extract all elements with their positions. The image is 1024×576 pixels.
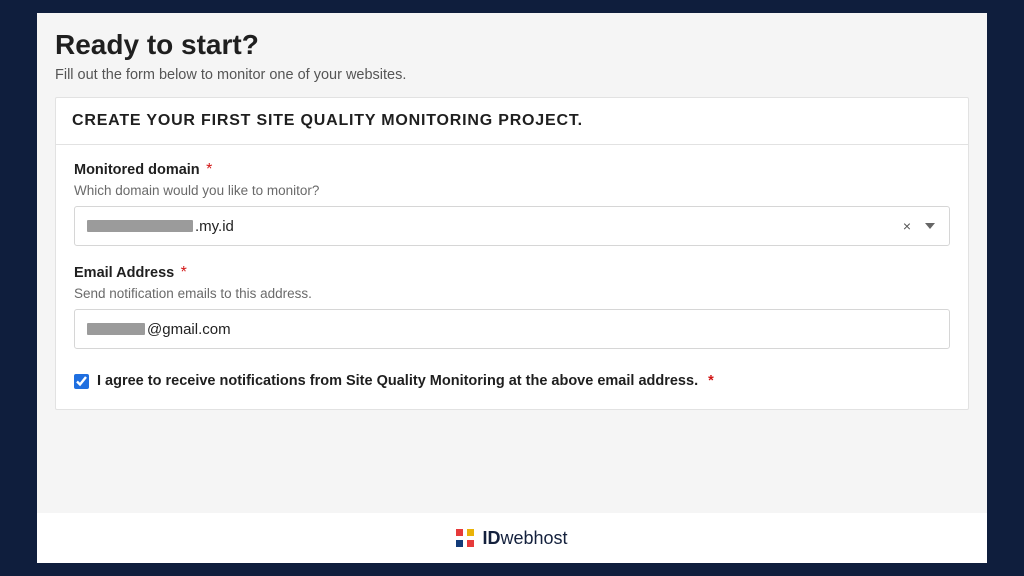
email-field-label: Email Address: [74, 265, 174, 281]
domain-input-value: .my.id: [87, 218, 899, 235]
card-title: CREATE YOUR FIRST SITE QUALITY MONITORIN…: [56, 98, 968, 145]
brand-text: IDwebhost: [482, 528, 567, 549]
email-input[interactable]: @gmail.com: [74, 309, 950, 349]
required-asterisk: *: [708, 373, 714, 389]
select-actions: ×: [899, 216, 939, 236]
consent-checkbox[interactable]: [74, 374, 89, 389]
redacted-email-prefix: [87, 323, 145, 335]
brand-rest: webhost: [500, 528, 567, 548]
chevron-down-icon[interactable]: [925, 223, 935, 229]
page-title: Ready to start?: [55, 29, 969, 61]
card-body: Monitored domain * Which domain would yo…: [56, 145, 968, 409]
footer-bar: IDwebhost: [37, 513, 987, 563]
idwebhost-logo-icon: [456, 529, 474, 547]
page-subtitle: Fill out the form below to monitor one o…: [55, 67, 969, 83]
consent-row: I agree to receive notifications from Si…: [74, 373, 950, 389]
required-asterisk: *: [206, 161, 212, 178]
email-suffix-text: @gmail.com: [147, 321, 231, 338]
app-outer-panel: Ready to start? Fill out the form below …: [37, 13, 987, 563]
domain-field-label: Monitored domain: [74, 162, 200, 178]
content-area: Ready to start? Fill out the form below …: [37, 13, 987, 513]
consent-label: I agree to receive notifications from Si…: [97, 373, 698, 389]
domain-field-help: Which domain would you like to monitor?: [74, 183, 950, 198]
project-card: CREATE YOUR FIRST SITE QUALITY MONITORIN…: [55, 97, 969, 410]
domain-suffix-text: .my.id: [195, 218, 234, 235]
brand-bold: ID: [482, 528, 500, 548]
email-address-field: Email Address * Send notification emails…: [74, 264, 950, 349]
redacted-domain-prefix: [87, 220, 193, 232]
email-field-help: Send notification emails to this address…: [74, 286, 950, 301]
monitored-domain-field: Monitored domain * Which domain would yo…: [74, 161, 950, 246]
clear-icon[interactable]: ×: [899, 216, 915, 236]
required-asterisk: *: [181, 264, 187, 281]
domain-select-input[interactable]: .my.id ×: [74, 206, 950, 246]
consent-text: I agree to receive notifications from Si…: [97, 373, 714, 389]
